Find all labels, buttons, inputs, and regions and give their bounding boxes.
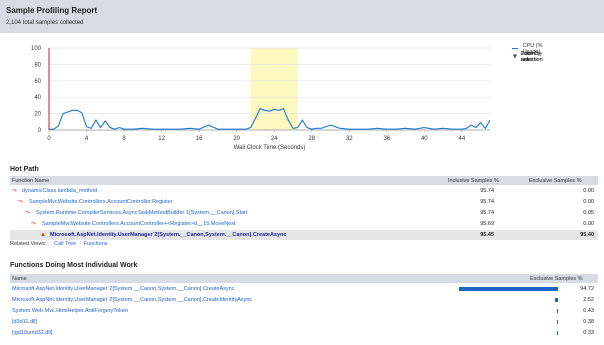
x-tick-label: 16 [196,136,203,142]
work-bar [557,309,558,313]
hot-path-row[interactable]: ⤳ System.Runtime.CompilerServices.AsyncT… [10,208,598,218]
y-tick-label: 40 [34,95,41,101]
hot-path-row[interactable]: ⤳ dynamicClass.lambda_method 95.74 0.00 [10,186,598,196]
time-selection-band [250,48,298,130]
hot-path-flame-icon: ⤳ [31,220,36,227]
x-tick-label: 44 [459,136,466,142]
name-column[interactable]: Name [12,276,27,282]
functions-link[interactable]: Functions [84,241,108,247]
x-tick-label: 36 [383,136,390,142]
hot-path-flame-icon: ⤳ [12,187,17,194]
work-row[interactable]: Microsoft.AspNet.Identity.UserManager`2[… [10,295,598,305]
x-tick-label: 32 [346,136,353,142]
work-row[interactable]: [igd10umd32.dll] 0.33 [10,328,598,338]
filter-icon: ▼ [512,53,518,60]
function-name-column[interactable]: Function Name [12,178,49,184]
x-tick-label: 28 [308,136,315,142]
x-tick-label: 8 [122,136,126,142]
work-bar [557,320,558,324]
report-title: Sample Profiling Report [6,6,98,15]
work-bar [557,331,558,335]
y-tick-label: 20 [34,112,41,118]
report-header: Sample Profiling Report 2,104 total samp… [0,0,604,33]
work-bar [555,298,558,302]
work-row[interactable]: [d3d11.dll] 0.38 [10,317,598,327]
hot-path-row[interactable]: ⤳ SampleMvcWebsite.Controllers.AccountCo… [10,197,598,207]
work-bar [459,287,558,291]
hot-path-flame-icon: ⤳ [18,198,23,205]
x-tick-label: 24 [271,136,278,142]
x-axis-label: Wall Clock Time (Seconds) [234,145,306,151]
work-row[interactable]: System.Web.Mvc.HtmlHelper.AntiForgeryTok… [10,306,598,316]
inclusive-samples-column[interactable]: Inclusive Samples % [448,178,499,184]
hot-path-header: Function Name Inclusive Samples % Exclus… [10,176,598,185]
hot-path-title: Hot Path [10,166,39,173]
cpu-series-swatch [512,47,518,50]
hot-item-icon: ▲ [40,231,46,238]
call-tree-link[interactable]: Call Tree [54,241,76,247]
related-views: Related Views: Call Tree Functions [10,241,108,247]
y-tick-label: 80 [34,62,41,68]
x-tick-label: 12 [158,136,165,142]
y-tick-label: 0 [38,128,42,134]
hot-path-row-selected[interactable]: ▲ Microsoft.AspNet.Identity.UserManager`… [10,230,598,240]
individual-work-title: Functions Doing Most Individual Work [10,262,138,269]
work-row[interactable]: Microsoft.AspNet.Identity.UserManager`2[… [10,284,598,294]
hot-path-flame-icon: ⤳ [25,209,30,216]
hot-path-row[interactable]: ⤳ SampleMvcWebsite.Controllers.AccountCo… [10,219,598,229]
individual-work-header: Name Exclusive Samples % [10,274,598,283]
zoom-out-action[interactable]: ▼ Zoom out [512,51,537,63]
x-tick-label: 4 [85,136,89,142]
y-tick-label: 60 [34,79,41,85]
y-tick-label: 100 [31,46,42,52]
exclusive-samples-column[interactable]: Exclusive Samples % [529,178,582,184]
samples-collected: 2,104 total samples collected [6,20,84,26]
x-tick-label: 20 [233,136,240,142]
x-tick-label: 40 [421,136,428,142]
exclusive-column[interactable]: Exclusive Samples % [530,276,583,282]
x-tick-label: 0 [47,136,51,142]
